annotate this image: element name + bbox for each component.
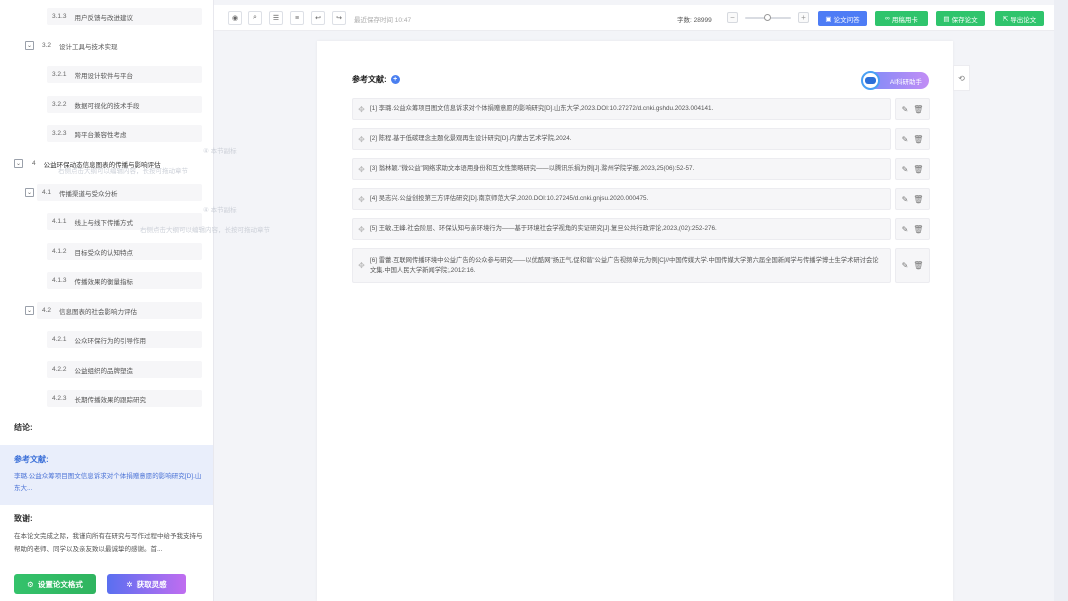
edit-icon[interactable]: ✎ bbox=[902, 165, 909, 174]
ghost-hint: ④ 本节副标 bbox=[203, 207, 237, 214]
edit-icon[interactable]: ✎ bbox=[902, 261, 909, 270]
zoom-out-button[interactable]: − bbox=[727, 12, 738, 23]
history-icon[interactable]: ⟲ bbox=[953, 65, 970, 91]
export-paper-button[interactable]: ⇱ 导出论文 bbox=[995, 11, 1044, 26]
document-page: 参考文献: + AI科研助手 ✥ [1] 李璐.公益众筹项目图文信息诉求对个体捐… bbox=[317, 41, 953, 601]
gear-icon: ⚙ bbox=[27, 579, 34, 589]
reference-item[interactable]: ✥ [4] 吴志兴.公益创投第三方评估研究[D].南京师范大学,2020.DOI… bbox=[352, 188, 891, 210]
trash-icon[interactable]: 🗑 bbox=[913, 105, 923, 114]
outline-item-3-2-2[interactable]: 3.2.2 数据可视化的技术手段 bbox=[47, 96, 202, 113]
save-icon: ▤ bbox=[943, 15, 950, 23]
trash-icon[interactable]: 🗑 bbox=[913, 195, 923, 204]
trash-icon[interactable]: 🗑 bbox=[913, 135, 923, 144]
trash-icon[interactable]: 🗑 bbox=[913, 261, 923, 270]
thanks-preview: 在本论文完成之际，我谨向所有在研究与写作过程中给予我支持与帮助的老师、同学以及亲… bbox=[14, 533, 203, 553]
outline-item-3-2[interactable]: 3.2 设计工具与技术实现 bbox=[37, 37, 202, 54]
search-icon[interactable]: ⌕ bbox=[248, 11, 262, 25]
outline-item-4-2-3[interactable]: 4.2.3 长期传播效果的跟踪研究 bbox=[47, 390, 202, 407]
outline-item-4-1-2[interactable]: 4.1.2 目标受众的认知特点 bbox=[47, 243, 202, 260]
outline-item-3-1-3[interactable]: 3.1.3 用户反馈与改进建议 bbox=[47, 8, 202, 25]
redo-icon[interactable]: ↪ bbox=[332, 11, 346, 25]
outline-item-3-2-1[interactable]: 3.2.1 常用设计软件与平台 bbox=[47, 66, 202, 83]
reference-item[interactable]: ✥ [1] 李璐.公益众筹项目图文信息诉求对个体捐赠意愿的影响研究[D].山东大… bbox=[352, 98, 891, 120]
collapse-toggle-4-2[interactable]: ⌄ bbox=[25, 306, 34, 315]
references-preview: 李璐.公益众筹项目图文信息诉求对个体捐赠意愿的影响研究[D].山东大... bbox=[14, 473, 202, 492]
list-icon[interactable]: ≡ bbox=[290, 11, 304, 25]
conclusion-title[interactable]: 结论: bbox=[14, 422, 33, 433]
drag-handle-icon[interactable]: ✥ bbox=[353, 105, 370, 114]
collapse-toggle-4[interactable]: ⌄ bbox=[14, 159, 23, 168]
references-title: 参考文献: bbox=[14, 455, 49, 464]
outline-item-4-1-3[interactable]: 4.1.3 传播效果的衡量指标 bbox=[47, 272, 202, 289]
reference-item[interactable]: ✥ [2] 陈程.基于低碳理念主题化景观再生设计研究[D].内蒙古艺术学院,20… bbox=[352, 128, 891, 150]
outline-item-4-1[interactable]: 4.1 传播渠道与受众分析 bbox=[37, 184, 202, 201]
trash-icon[interactable]: 🗑 bbox=[913, 225, 923, 234]
add-reference-icon[interactable]: + bbox=[390, 75, 400, 84]
collapse-toggle-4-1[interactable]: ⌄ bbox=[25, 188, 34, 197]
outline-item-4-2-1[interactable]: 4.2.1 公众环保行为的引导作用 bbox=[47, 331, 202, 348]
references-heading: 参考文献: + bbox=[352, 74, 400, 85]
drag-handle-icon[interactable]: ✥ bbox=[353, 165, 370, 174]
ghost-hint: 右侧点击大纲可以编辑内容，长按可拖动章节 bbox=[58, 168, 188, 175]
preview-eye-icon[interactable]: ◉ bbox=[228, 11, 242, 25]
layout-icon[interactable]: ☰ bbox=[269, 11, 283, 25]
drag-handle-icon[interactable]: ✥ bbox=[353, 261, 370, 270]
chat-icon: ▣ bbox=[825, 15, 832, 23]
edit-icon[interactable]: ✎ bbox=[902, 135, 909, 144]
export-icon: ⇱ bbox=[1002, 15, 1009, 23]
set-format-button[interactable]: ⚙ 设置论文格式 bbox=[14, 574, 96, 594]
drag-handle-icon[interactable]: ✥ bbox=[353, 135, 370, 144]
outline-item-4-2[interactable]: 4.2 信息图表的社会影响力评估 bbox=[37, 302, 202, 319]
outline-sidebar: 3.1.3 用户反馈与改进建议 ⌄ 3.2 设计工具与技术实现 3.2.1 常用设计软… bbox=[0, 0, 270, 601]
zoom-slider[interactable] bbox=[745, 14, 791, 21]
reference-item[interactable]: ✥ [5] 王敏,王峰.社会阶层、环保认知与亲环境行为——基于环境社会学视角的实… bbox=[352, 218, 891, 240]
reference-actions: ✎ 🗑 bbox=[895, 128, 930, 150]
thanks-title: 致谢: bbox=[14, 514, 33, 523]
cards-button[interactable]: ∞ 用稿用卡 bbox=[875, 11, 928, 26]
outline-item-4-2-2[interactable]: 4.2.2 公益组织的品牌塑造 bbox=[47, 361, 202, 378]
reference-item[interactable]: ✥ [3] 翁林颖."微公益"网络求助文本语用身份和互文性策略研究——以腾讯乐捐… bbox=[352, 158, 891, 180]
sparkle-icon: ✲ bbox=[126, 579, 133, 589]
right-scroll-rail[interactable] bbox=[1054, 0, 1068, 601]
reference-actions: ✎ 🗑 bbox=[895, 248, 930, 283]
edit-icon[interactable]: ✎ bbox=[902, 225, 909, 234]
paper-qa-button[interactable]: ▣ 论文问答 bbox=[818, 11, 867, 26]
ai-assistant-button[interactable]: AI科研助手 bbox=[861, 71, 929, 90]
edit-icon[interactable]: ✎ bbox=[902, 195, 909, 204]
collapse-toggle-3-2[interactable]: ⌄ bbox=[25, 41, 34, 50]
zoom-in-button[interactable]: + bbox=[798, 12, 809, 23]
undo-icon[interactable]: ↩ bbox=[311, 11, 325, 25]
reference-actions: ✎ 🗑 bbox=[895, 218, 930, 240]
edit-icon[interactable]: ✎ bbox=[902, 105, 909, 114]
save-paper-button[interactable]: ▤ 保存论文 bbox=[936, 11, 985, 26]
editor-toolbar: ◉ ⌕ ☰ ≡ ↩ ↪ 最近保存时间 10:47 字数: 28999 − + ▣… bbox=[214, 5, 1054, 31]
infinity-icon: ∞ bbox=[885, 15, 890, 22]
trash-icon[interactable]: 🗑 bbox=[913, 165, 923, 174]
reference-actions: ✎ 🗑 bbox=[895, 158, 930, 180]
zoom-slider-handle[interactable] bbox=[764, 14, 771, 21]
outline-item-3-2-3[interactable]: 3.2.3 跨平台兼容性考虑 bbox=[47, 125, 202, 142]
reference-actions: ✎ 🗑 bbox=[895, 188, 930, 210]
drag-handle-icon[interactable]: ✥ bbox=[353, 225, 370, 234]
last-saved-time: 最近保存时间 10:47 bbox=[354, 17, 412, 24]
ghost-hint: ④ 本节副标 bbox=[203, 148, 237, 155]
references-section[interactable]: 参考文献: 李璐.公益众筹项目图文信息诉求对个体捐赠意愿的影响研究[D].山东大… bbox=[0, 445, 213, 505]
reference-actions: ✎ 🗑 bbox=[895, 98, 930, 120]
word-count: 字数: 28999 bbox=[677, 17, 712, 24]
robot-icon bbox=[861, 71, 880, 90]
ghost-hint: 右侧点击大纲可以编辑内容，长按可拖动章节 bbox=[140, 227, 270, 234]
reference-item[interactable]: ✥ [6] 雷蕾.互联网传播环境中公益广告的公众参与研究——以优酷网"扬正气,促… bbox=[352, 248, 891, 283]
drag-handle-icon[interactable]: ✥ bbox=[353, 195, 370, 204]
get-inspiration-button[interactable]: ✲ 获取灵感 bbox=[107, 574, 186, 594]
